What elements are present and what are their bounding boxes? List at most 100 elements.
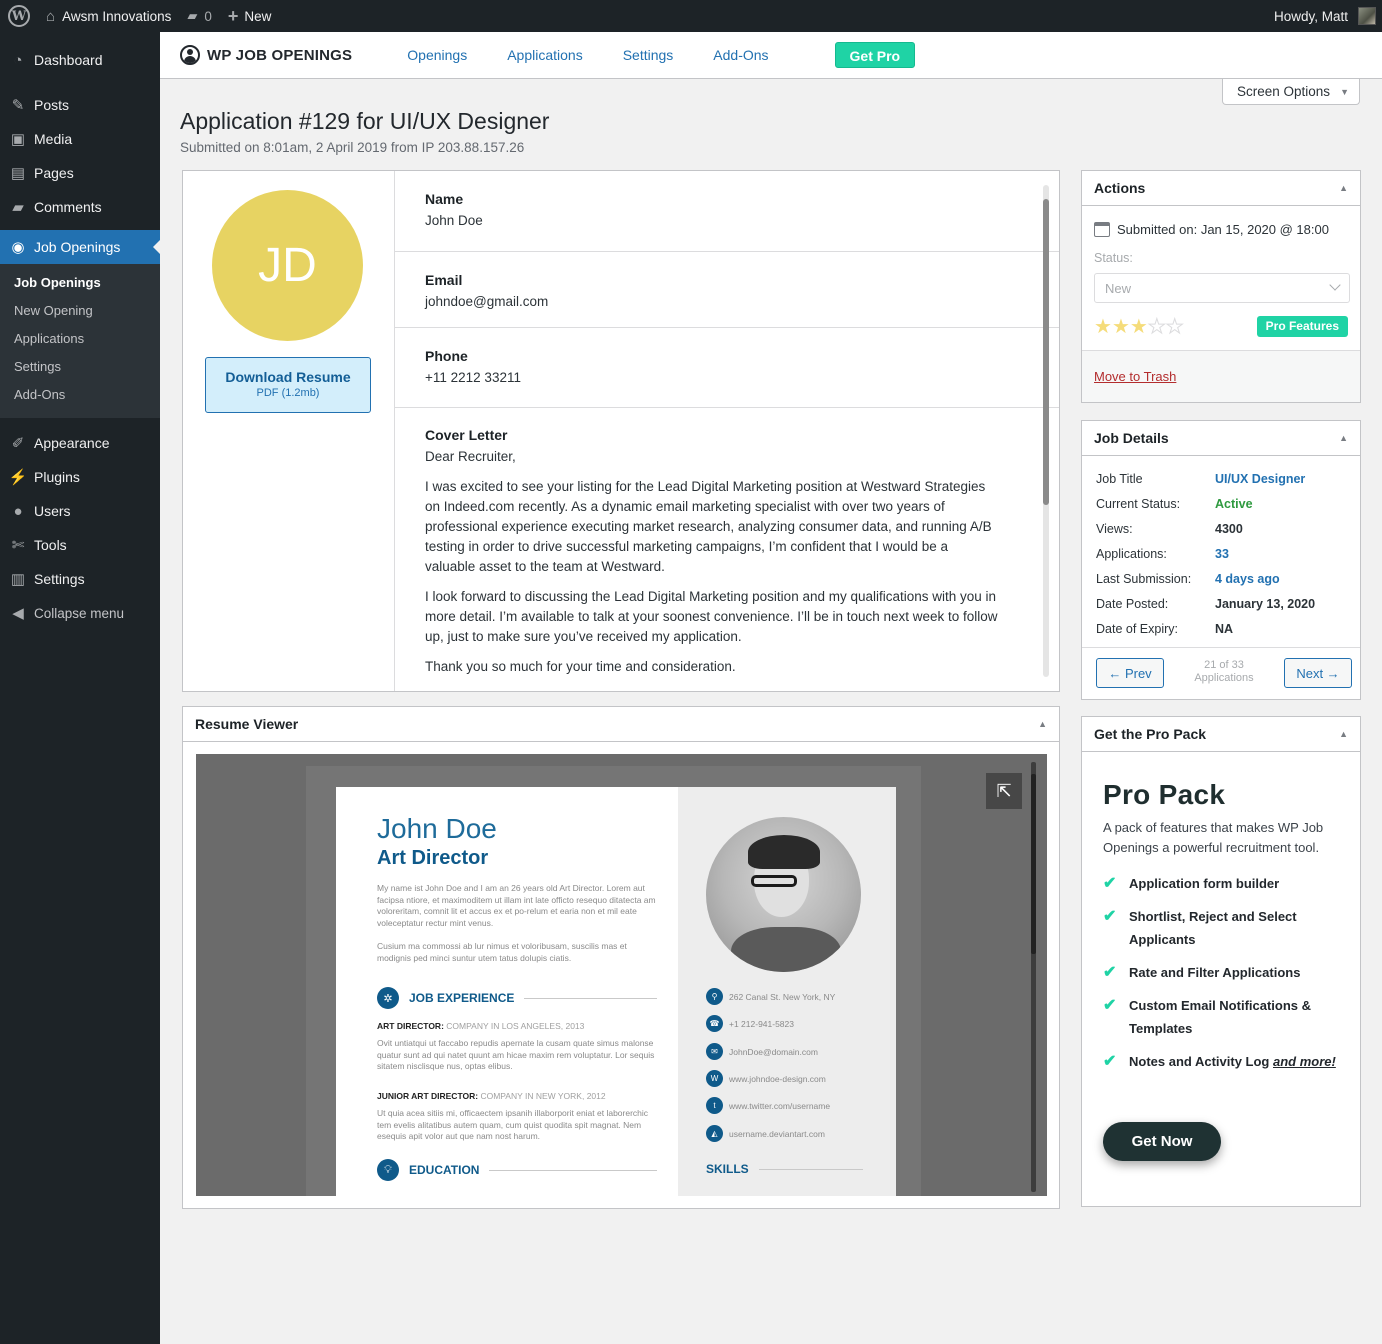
viewer-scrollbar[interactable] xyxy=(1031,762,1036,1192)
sidebar-item-appearance[interactable]: ✐ Appearance xyxy=(0,426,160,460)
resume-viewer-header[interactable]: Resume Viewer ▲ xyxy=(183,707,1059,742)
resume-name: John Doe xyxy=(377,813,497,844)
admin-sidebar: ◔ Dashboard ✎ Posts ▣ Media ▤ Pages ▰ Comment… xyxy=(0,32,160,1344)
collapse-menu-button[interactable]: ◀ Collapse menu xyxy=(0,596,160,630)
download-resume-button[interactable]: Download Resume PDF (1.2mb) xyxy=(205,357,371,413)
job-detail-key: Current Status: xyxy=(1096,496,1181,511)
pro-pack-header[interactable]: Get the Pro Pack ▲ xyxy=(1082,717,1360,752)
sidebar-item-label: Appearance xyxy=(34,435,110,451)
screen-options-button[interactable]: Screen Options ▼ xyxy=(1222,79,1360,105)
submenu-new-opening[interactable]: New Opening xyxy=(0,298,160,326)
actions-header[interactable]: Actions ▲ xyxy=(1082,171,1360,206)
nav-applications[interactable]: Applications xyxy=(507,47,583,63)
job-detail-value[interactable]: UI/UX Designer xyxy=(1215,472,1305,486)
job-detail-key: Views: xyxy=(1096,521,1133,536)
move-to-trash-link[interactable]: Move to Trash xyxy=(1094,369,1176,384)
submenu-add-ons[interactable]: Add-Ons xyxy=(0,382,160,410)
details-scrollbar[interactable] xyxy=(1043,185,1049,677)
sidebar-item-users[interactable]: ● Users xyxy=(0,494,160,528)
get-now-button[interactable]: Get Now xyxy=(1103,1122,1221,1161)
feature-item: ✔ Rate and Filter Applications xyxy=(1103,961,1343,984)
calendar-icon xyxy=(1094,222,1110,237)
sidebar-item-plugins[interactable]: ⚡ Plugins xyxy=(0,460,160,494)
actions-box: Actions ▲ Submitted on: Jan 15, 2020 @ 1… xyxy=(1081,170,1361,403)
sidebar-item-label: Tools xyxy=(34,537,67,553)
people-icon: ✲ xyxy=(377,987,399,1009)
submenu-applications[interactable]: Applications xyxy=(0,326,160,354)
job-detail-value: Active xyxy=(1215,496,1253,511)
job-description: Ut quia acea sitiis mi, officaectem ipsa… xyxy=(377,1108,649,1141)
scrollbar-thumb[interactable] xyxy=(1043,199,1049,505)
wordpress-logo-button[interactable]: W xyxy=(0,0,38,32)
caret-down-icon: ▼ xyxy=(1340,86,1349,97)
star-filled-icon[interactable]: ★ xyxy=(1094,316,1112,338)
my-account[interactable]: Howdy, Matt xyxy=(1274,0,1376,32)
submenu-job-openings[interactable]: Job Openings xyxy=(0,270,160,298)
contact-text: www.johndoe-design.com xyxy=(729,1073,826,1084)
pro-pack-title-text: Pro Pack xyxy=(1103,779,1226,810)
job-detail-value[interactable]: 33 xyxy=(1215,547,1229,561)
cover-letter-paragraph: I was excited to see your listing for th… xyxy=(425,479,992,574)
submenu-settings[interactable]: Settings xyxy=(0,354,160,382)
job-details-header[interactable]: Job Details ▲ xyxy=(1082,421,1360,456)
site-name-link[interactable]: ⌂ Awsm Innovations xyxy=(38,0,179,32)
comments-link[interactable]: ▰ 0 xyxy=(179,0,220,32)
sidebar-item-job-openings[interactable]: ◉ Job Openings xyxy=(0,230,160,264)
pro-features-badge[interactable]: Pro Features xyxy=(1256,316,1348,337)
contact-website: Wwww.johndoe-design.com xyxy=(706,1070,826,1087)
collapse-toggle-icon[interactable]: ▲ xyxy=(1339,183,1348,193)
nav-openings[interactable]: Openings xyxy=(407,47,467,63)
collapse-toggle-icon[interactable]: ▲ xyxy=(1339,729,1348,739)
resume-intro: My name ist John Doe and I am an 26 year… xyxy=(377,883,656,928)
open-external-button[interactable]: ⇱ xyxy=(986,773,1022,809)
sidebar-item-posts[interactable]: ✎ Posts xyxy=(0,88,160,122)
prev-application-button[interactable]: ← Prev xyxy=(1096,658,1164,688)
star-rating[interactable]: ★★★★★ xyxy=(1094,316,1184,338)
collapse-toggle-icon[interactable]: ▲ xyxy=(1339,433,1348,443)
field-value: John Doe xyxy=(425,213,483,228)
job-openings-logo-icon xyxy=(180,45,200,65)
section-divider xyxy=(524,997,657,999)
sidebar-item-label: Posts xyxy=(34,97,70,113)
sidebar-item-pages[interactable]: ▤ Pages xyxy=(0,156,160,190)
star-empty-icon[interactable]: ★ xyxy=(1147,316,1166,338)
sidebar-item-comments[interactable]: ▰ Comments xyxy=(0,190,160,224)
nav-add-ons[interactable]: Add-Ons xyxy=(713,47,768,63)
status-select[interactable]: New xyxy=(1094,273,1350,303)
sidebar-item-tools[interactable]: ✄ Tools xyxy=(0,528,160,562)
nav-settings[interactable]: Settings xyxy=(623,47,674,63)
next-application-button[interactable]: Next → xyxy=(1284,658,1352,688)
pro-pack-description: A pack of features that makes WP Job Ope… xyxy=(1103,820,1324,855)
sidebar-item-settings[interactable]: ▥ Settings xyxy=(0,562,160,596)
contact-deviantart: ◭ username.deviantart.com xyxy=(706,1125,825,1142)
star-empty-icon[interactable]: ★ xyxy=(1165,316,1184,338)
sidebar-item-label: Media xyxy=(34,131,73,147)
pdf-viewer[interactable]: John Doe Art Director My name ist John D… xyxy=(196,754,1047,1196)
new-content-link[interactable]: + New xyxy=(220,0,280,32)
resume-viewer-box: Resume Viewer ▲ John Doe Art Director My… xyxy=(182,706,1060,1209)
star-filled-icon[interactable]: ★ xyxy=(1130,316,1148,338)
field-label: Email xyxy=(425,272,463,288)
viewer-scrollbar-thumb[interactable] xyxy=(1031,774,1036,954)
job-details-box: Job Details ▲ Job Title UI/UX Designer Cur… xyxy=(1081,420,1361,700)
pro-pack-title: Pro Pack xyxy=(1103,779,1231,811)
deviantart-icon: ◭ xyxy=(706,1125,723,1142)
field-label: Name xyxy=(425,191,464,207)
checkmark-icon: ✔ xyxy=(1103,997,1117,1014)
contact-phone: ☎ +1 212-941-5823 xyxy=(706,1015,794,1032)
star-filled-icon[interactable]: ★ xyxy=(1112,316,1130,338)
home-icon: ⌂ xyxy=(46,7,56,25)
user-avatar xyxy=(1358,7,1376,25)
feature-text: Shortlist, Reject and Select Applicants xyxy=(1129,909,1297,947)
settings-sliders-icon: ▥ xyxy=(10,571,26,588)
field-name: Name John Doe xyxy=(395,171,1059,252)
sidebar-item-dashboard[interactable]: ◔ Dashboard xyxy=(0,43,160,77)
pin-icon: ✎ xyxy=(11,97,25,114)
and-more-link[interactable]: and more! xyxy=(1273,1054,1336,1069)
job-detail-value[interactable]: 4 days ago xyxy=(1215,572,1280,586)
download-resume-label: Download Resume xyxy=(225,369,351,385)
collapse-toggle-icon[interactable]: ▲ xyxy=(1038,719,1047,729)
dashboard-icon: ◔ xyxy=(13,51,23,69)
sidebar-item-media[interactable]: ▣ Media xyxy=(0,122,160,156)
get-pro-button[interactable]: Get Pro xyxy=(834,42,916,68)
